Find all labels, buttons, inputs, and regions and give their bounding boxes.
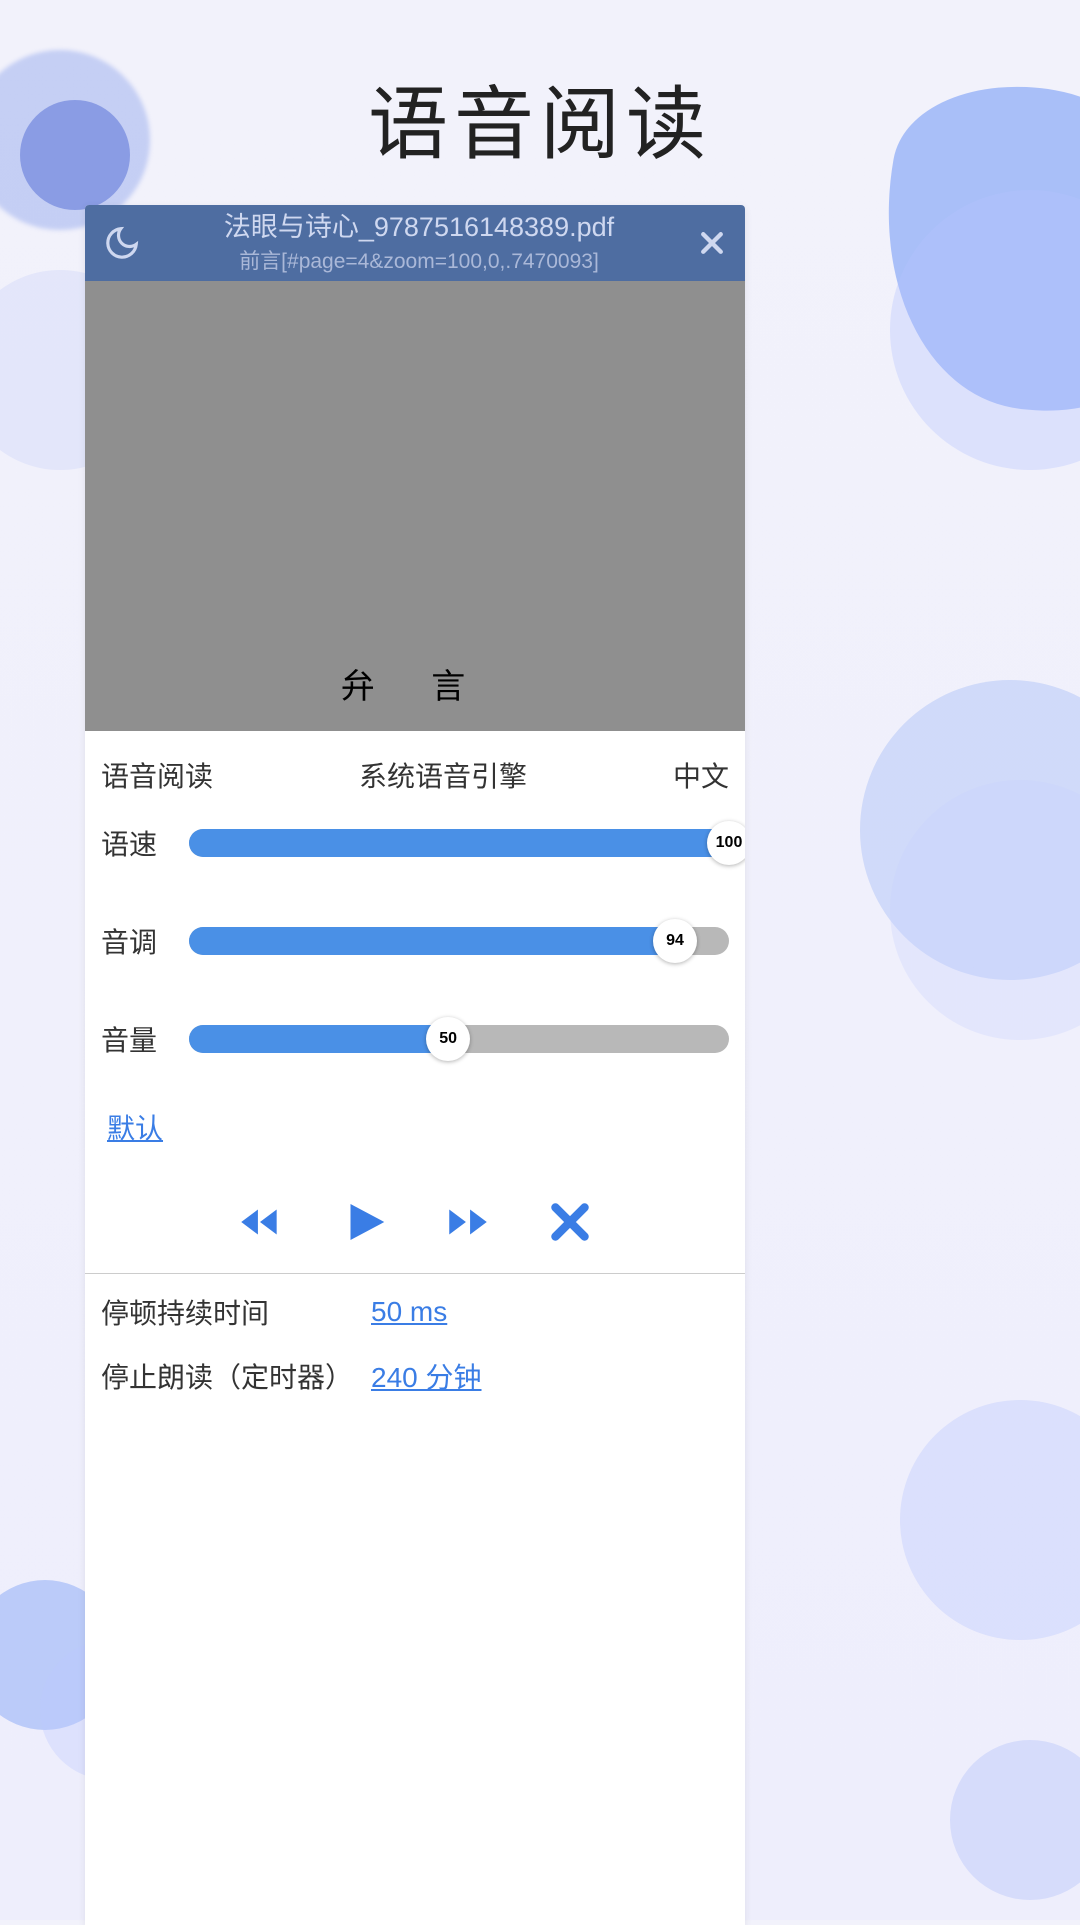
- tab-engine[interactable]: 系统语音引擎: [359, 755, 527, 795]
- speed-thumb[interactable]: 100: [707, 821, 745, 865]
- pitch-slider[interactable]: 94: [189, 927, 729, 955]
- pause-duration-label: 停顿持续时间: [101, 1292, 371, 1332]
- volume-slider[interactable]: 50: [189, 1025, 729, 1053]
- page-title: 语音阅读: [0, 60, 1080, 176]
- bg-blob: [950, 1740, 1080, 1900]
- close-icon[interactable]: [697, 228, 727, 258]
- playback-controls: [85, 1195, 745, 1274]
- pitch-label: 音调: [101, 921, 181, 961]
- tab-language[interactable]: 中文: [673, 755, 729, 795]
- stop-timer-value[interactable]: 240 分钟: [371, 1356, 482, 1396]
- document-view[interactable]: 弁 言: [85, 281, 745, 731]
- stop-close-icon[interactable]: [545, 1197, 595, 1247]
- volume-thumb[interactable]: 50: [426, 1017, 470, 1061]
- play-icon[interactable]: [337, 1195, 391, 1249]
- moon-icon[interactable]: [103, 224, 141, 262]
- header-title-block: 法眼与诗心_9787516148389.pdf 前言[#page=4&zoom=…: [141, 211, 697, 275]
- pause-duration-row: 停顿持续时间 50 ms: [101, 1292, 729, 1332]
- forward-icon[interactable]: [443, 1197, 493, 1247]
- speed-slider-row: 语速 100: [85, 823, 745, 863]
- tab-voice-read[interactable]: 语音阅读: [101, 755, 213, 795]
- document-heading: 弁 言: [85, 659, 745, 708]
- tab-row: 语音阅读 系统语音引擎 中文: [85, 755, 745, 823]
- speed-label: 语速: [101, 823, 181, 863]
- pitch-thumb[interactable]: 94: [653, 919, 697, 963]
- file-subtitle: 前言[#page=4&zoom=100,0,.7470093]: [149, 245, 689, 275]
- pitch-slider-row: 音调 94: [85, 921, 745, 961]
- default-link[interactable]: 默认: [107, 1107, 163, 1147]
- volume-slider-row: 音量 50: [85, 1019, 745, 1059]
- settings-block: 停顿持续时间 50 ms 停止朗读（定时器） 240 分钟: [85, 1274, 745, 1438]
- speed-slider[interactable]: 100: [189, 829, 729, 857]
- app-window: 法眼与诗心_9787516148389.pdf 前言[#page=4&zoom=…: [85, 205, 745, 1925]
- app-header: 法眼与诗心_9787516148389.pdf 前言[#page=4&zoom=…: [85, 205, 745, 281]
- pause-duration-value[interactable]: 50 ms: [371, 1296, 447, 1328]
- stop-timer-row: 停止朗读（定时器） 240 分钟: [101, 1356, 729, 1396]
- rewind-icon[interactable]: [235, 1197, 285, 1247]
- volume-label: 音量: [101, 1019, 181, 1059]
- voice-panel: 语音阅读 系统语音引擎 中文 语速 100 音调 94 音量 50: [85, 731, 745, 1438]
- bg-blob: [900, 1400, 1080, 1640]
- file-title: 法眼与诗心_9787516148389.pdf: [149, 211, 689, 243]
- stop-timer-label: 停止朗读（定时器）: [101, 1356, 371, 1396]
